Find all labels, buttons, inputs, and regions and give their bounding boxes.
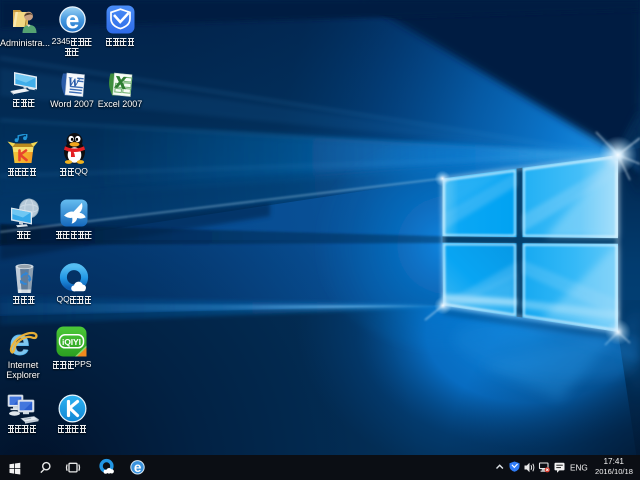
svg-text:ENG: ENG (570, 463, 588, 472)
svg-text:2016/10/18: 2016/10/18 (595, 467, 633, 476)
svg-text:17:41: 17:41 (604, 457, 625, 466)
svg-text:e: e (134, 460, 142, 475)
svg-text:e: e (66, 7, 80, 34)
svg-text:iQIYI: iQIYI (62, 337, 81, 347)
